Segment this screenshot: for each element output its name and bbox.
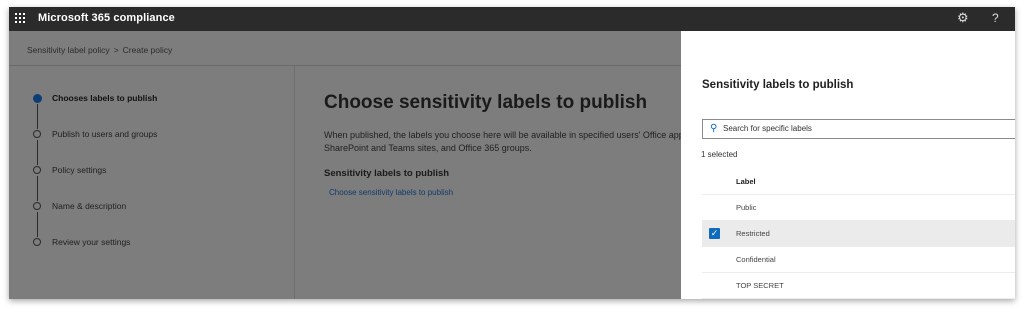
page-description-line: SharePoint and Teams sites, and Office 3… <box>324 143 532 153</box>
page-description: When published, the labels you choose he… <box>324 129 684 155</box>
search-placeholder: Search for specific labels <box>723 124 812 133</box>
step-connector <box>37 176 38 201</box>
wizard-step-label: Publish to users and groups <box>52 129 158 139</box>
label-name: Restricted <box>736 229 770 238</box>
label-row-top-secret[interactable]: TOP SECRET <box>702 273 1015 299</box>
step-connector <box>37 104 38 129</box>
nav-divider <box>294 66 295 299</box>
label-row-restricted[interactable]: ✓ Restricted <box>702 221 1015 247</box>
step-connector <box>37 140 38 165</box>
label-name: Confidential <box>736 255 776 264</box>
wizard-step-label: Chooses labels to publish <box>52 93 158 103</box>
checkmark-icon[interactable]: ✓ <box>709 228 720 239</box>
step-indicator-icon <box>33 202 41 210</box>
gear-icon[interactable]: ⚙ <box>957 10 969 26</box>
breadcrumb-divider <box>9 65 681 66</box>
choose-labels-link[interactable]: Choose sensitivity labels to publish <box>329 188 453 197</box>
app-title[interactable]: Microsoft 365 compliance <box>38 12 175 24</box>
label-name: Public <box>736 203 757 212</box>
breadcrumb: Sensitivity label policy > Create policy <box>27 45 172 55</box>
labels-side-panel: Sensitivity labels to publish ⚲ Search f… <box>681 31 1015 299</box>
top-bar: Microsoft 365 compliance ⚙ ? <box>9 7 1015 31</box>
wizard-step-label: Policy settings <box>52 165 107 175</box>
breadcrumb-item-create: Create policy <box>122 45 173 55</box>
wizard-step-policy-settings[interactable]: Policy settings <box>33 164 233 178</box>
wizard-step-name-description[interactable]: Name & description <box>33 200 233 214</box>
wizard-step-review[interactable]: Review your settings <box>33 236 233 250</box>
search-icon: ⚲ <box>710 123 718 134</box>
breadcrumb-item-policy[interactable]: Sensitivity label policy <box>27 45 110 55</box>
selected-count: 1 selected <box>701 150 738 159</box>
panel-title: Sensitivity labels to publish <box>702 79 854 91</box>
help-icon[interactable]: ? <box>992 11 999 25</box>
step-connector <box>37 212 38 237</box>
label-row-confidential[interactable]: Confidential <box>702 247 1015 273</box>
page-description-line: When published, the labels you choose he… <box>324 130 684 140</box>
wizard-step-choose-labels[interactable]: Chooses labels to publish <box>33 92 233 106</box>
step-indicator-icon <box>33 238 41 246</box>
step-indicator-icon <box>33 166 41 174</box>
label-search-input[interactable]: ⚲ Search for specific labels <box>702 119 1015 139</box>
column-header-label[interactable]: Label <box>736 177 756 186</box>
step-indicator-icon <box>33 130 41 138</box>
wizard-step-publish-users[interactable]: Publish to users and groups <box>33 128 233 142</box>
label-name: TOP SECRET <box>736 281 784 290</box>
step-indicator-icon <box>33 94 42 103</box>
wizard-step-label: Review your settings <box>52 237 131 247</box>
wizard-step-label: Name & description <box>52 201 127 211</box>
label-row-public[interactable]: Public <box>702 195 1015 221</box>
section-title: Sensitivity labels to publish <box>324 168 450 179</box>
app-window: Microsoft 365 compliance ⚙ ? Sensitivity… <box>9 7 1015 299</box>
table-header: Label <box>702 169 1015 195</box>
breadcrumb-separator: > <box>113 45 119 55</box>
page-title: Choose sensitivity labels to publish <box>324 92 648 113</box>
app-launcher-icon[interactable] <box>15 13 25 23</box>
